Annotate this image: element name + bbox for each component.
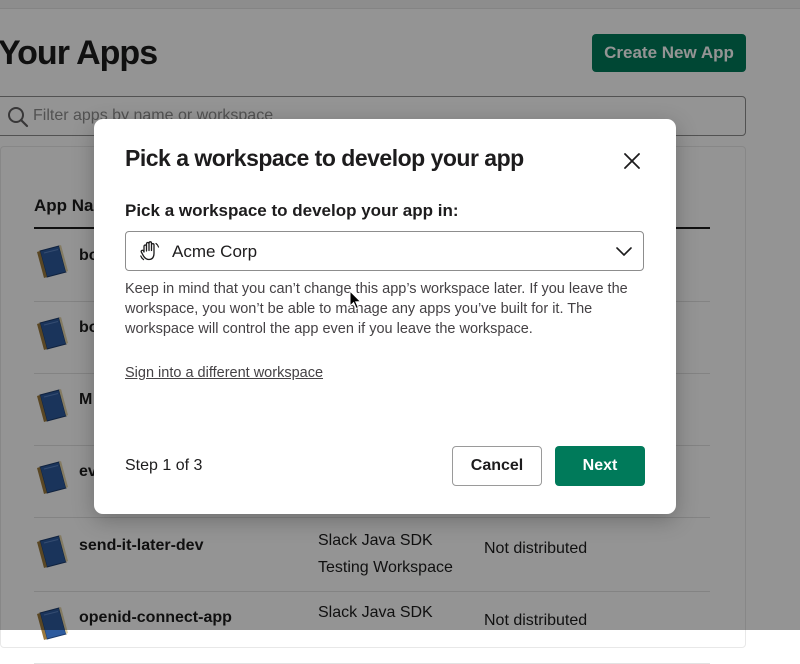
sign-into-different-workspace-link[interactable]: Sign into a different workspace [125,365,323,381]
modal-title: Pick a workspace to develop your app [125,145,524,171]
waving-hand-icon [140,241,160,261]
workspace-select[interactable]: Acme Corp [125,231,644,271]
step-indicator: Step 1 of 3 [125,457,203,474]
chevron-down-icon [616,247,632,256]
workspace-help-text: Keep in mind that you can’t change this … [125,281,628,337]
close-button[interactable] [616,145,648,177]
selected-workspace: Acme Corp [172,242,258,261]
workspace-picker-dialog: Pick a workspace to develop your app Pic… [94,119,676,514]
cancel-button[interactable]: Cancel [452,446,542,486]
mouse-pointer-icon [349,290,362,310]
close-icon [624,153,640,169]
workspace-field-label: Pick a workspace to develop your app in: [125,201,459,220]
next-button[interactable]: Next [555,446,645,486]
